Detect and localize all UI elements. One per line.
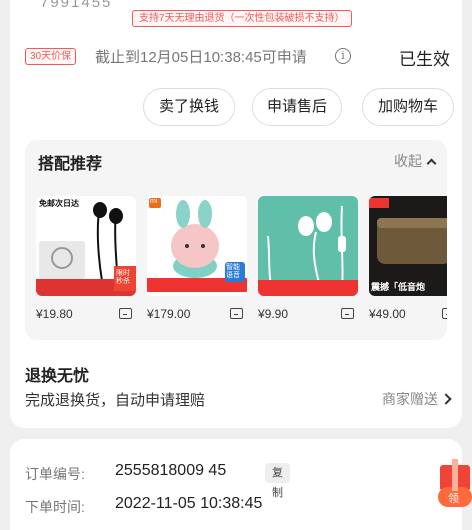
- product-price: ¥49.00: [369, 307, 406, 321]
- add-cart-button[interactable]: 加购物车: [362, 88, 454, 126]
- sell-button[interactable]: 卖了换钱: [143, 88, 235, 126]
- price-protect-badge: 30天价保: [25, 48, 77, 65]
- recommend-panel: 搭配推荐 收起 免邮次日达 限时秒杀 ¥19.80 mi 智能语音 ¥179.0…: [25, 140, 447, 340]
- floating-gift-button[interactable]: 领: [436, 457, 472, 513]
- merchant-gift-link[interactable]: 商家赠送: [382, 389, 452, 409]
- price-protect-status: 已生效: [399, 50, 450, 69]
- product-card[interactable]: mi 智能语音 ¥179.00: [147, 196, 247, 321]
- refund-worry-free[interactable]: 退换无忧 完成退换货，自动申请理赔 商家赠送: [25, 358, 452, 418]
- product-card[interactable]: ¥9.90: [258, 196, 358, 321]
- product-thumb-bluetooth-speaker[interactable]: 震撼「低音炮: [369, 196, 447, 296]
- product-price: ¥179.00: [147, 307, 191, 321]
- thumb-badge: 智能语音: [226, 264, 240, 279]
- refund-title: 退换无忧: [25, 368, 90, 385]
- cart-icon[interactable]: [341, 308, 354, 319]
- order-time-label: 下单时间:: [25, 499, 85, 515]
- product-thumb-earphones[interactable]: 免邮次日达 限时秒杀: [36, 196, 136, 296]
- refund-description: 完成退换货，自动申请理赔: [25, 392, 206, 409]
- product-thumb-white-earphones[interactable]: [258, 196, 358, 296]
- merchant-gift-label: 商家赠送: [382, 391, 438, 407]
- copy-button[interactable]: 复制: [265, 463, 290, 499]
- thumb-caption: mi: [150, 198, 158, 205]
- order-number-value: 2555818009 45: [115, 462, 227, 479]
- collapse-label: 收起: [394, 153, 422, 169]
- return-policy-tag: 支持7天无理由退货（一次性包装破损不支持）: [132, 10, 352, 27]
- recommend-title: 搭配推荐: [38, 156, 103, 173]
- cut-off-text: 7991455: [40, 0, 113, 11]
- thumb-caption: 免邮次日达: [39, 199, 79, 208]
- product-price: ¥9.90: [258, 307, 289, 321]
- collapse-button[interactable]: 收起: [394, 151, 437, 171]
- order-info-card: 订单编号: 2555818009 45 复制 下单时间: 2022-11-05 …: [10, 439, 462, 530]
- price-protect-text: 截止到12月05日10:38:45可申请: [95, 49, 307, 66]
- thumb-badge: 限时秒杀: [116, 270, 130, 285]
- order-detail-card: 7991455 支持7天无理由退货（一次性包装破损不支持） 30天价保 截止到1…: [10, 0, 462, 428]
- product-card[interactable]: 免邮次日达 限时秒杀 ¥19.80: [36, 196, 136, 321]
- product-thumb-speaker[interactable]: mi 智能语音: [147, 196, 247, 296]
- chevron-right-icon: [440, 393, 452, 405]
- floating-gift-label: 领: [448, 493, 459, 505]
- cart-icon[interactable]: [442, 308, 447, 319]
- order-time-value: 2022-11-05 10:38:45: [115, 495, 263, 512]
- info-icon[interactable]: i: [335, 48, 351, 64]
- order-number-label: 订单编号:: [25, 466, 85, 482]
- cart-icon[interactable]: [230, 308, 243, 319]
- product-card[interactable]: 震撼「低音炮 ¥49.00: [369, 196, 447, 321]
- chevron-up-icon: [426, 158, 437, 169]
- product-price: ¥19.80: [36, 307, 73, 321]
- after-sale-button[interactable]: 申请售后: [252, 88, 342, 126]
- price-protect-row[interactable]: 30天价保 截止到12月05日10:38:45可申请 i 已生效: [25, 45, 450, 69]
- thumb-caption: 震撼「低音炮: [371, 282, 426, 292]
- cart-icon[interactable]: [119, 308, 132, 319]
